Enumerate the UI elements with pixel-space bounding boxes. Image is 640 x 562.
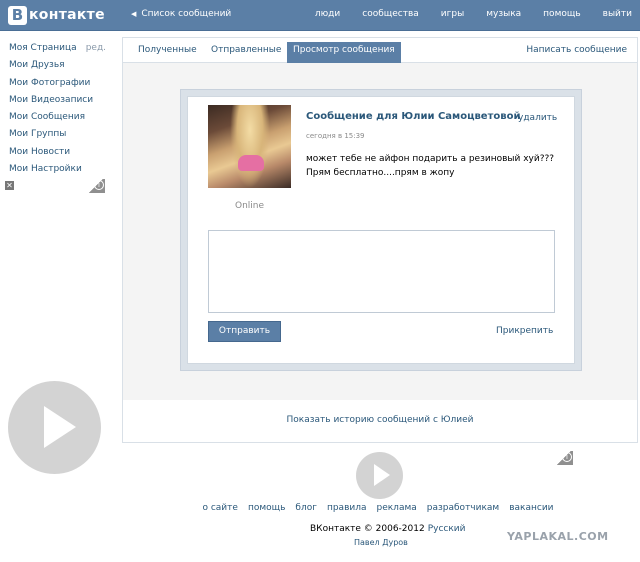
- author-link[interactable]: Павел Дуров: [354, 538, 408, 547]
- footer-link-about[interactable]: о сайте: [202, 503, 237, 513]
- close-icon[interactable]: ✕: [5, 181, 14, 190]
- nav-communities[interactable]: сообщества: [362, 9, 419, 19]
- online-status: Online: [234, 201, 265, 211]
- menu-item-photos[interactable]: Мои Фотографии: [9, 75, 109, 92]
- menu-item-videos[interactable]: Мои Видеозаписи: [9, 92, 109, 109]
- ad-info-corner[interactable]: i: [87, 179, 105, 193]
- vk-logo[interactable]: В контакте: [8, 5, 105, 25]
- footer-link-jobs[interactable]: вакансии: [509, 503, 553, 513]
- info-icon: i: [94, 180, 104, 190]
- nav-logout[interactable]: выйти: [603, 9, 632, 19]
- nav-games[interactable]: игры: [441, 9, 464, 19]
- menu-item-my-page[interactable]: Моя Страница ред.: [9, 40, 109, 57]
- nav-people[interactable]: люди: [315, 9, 340, 19]
- reply-textarea[interactable]: [208, 230, 555, 313]
- message-line: может тебе не айфон подарить а резиновый…: [306, 154, 555, 164]
- back-arrow-icon: ◀: [131, 10, 137, 18]
- footer-links: о сайте помощь блог правила реклама разр…: [0, 503, 640, 513]
- message-line: Прям бесплатно....прям в жопу: [306, 168, 455, 178]
- footer-link-ads[interactable]: реклама: [377, 503, 417, 513]
- ad-info-corner-right[interactable]: i: [555, 451, 573, 465]
- message-frame: Online Сообщение для Юлии Самоцветовой у…: [180, 89, 582, 371]
- send-button[interactable]: Отправить: [208, 321, 281, 342]
- avatar[interactable]: [208, 105, 291, 188]
- delete-link[interactable]: удалить: [518, 113, 557, 123]
- message-date: сегодня в 15:39: [306, 132, 365, 140]
- copyright: ВКонтакте © 2006-2012 Русский: [310, 524, 466, 534]
- message-area: Online Сообщение для Юлии Самоцветовой у…: [123, 63, 637, 400]
- play-icon[interactable]: [356, 452, 403, 499]
- tab-inbox[interactable]: Полученные: [138, 45, 197, 55]
- attach-link[interactable]: Прикрепить: [496, 326, 553, 336]
- logo-letter: В: [8, 5, 27, 25]
- main-panel: Полученные Отправленные Просмотр сообщен…: [122, 37, 638, 443]
- message-title[interactable]: Сообщение для Юлии Самоцветовой: [306, 111, 520, 122]
- tab-sent[interactable]: Отправленные: [211, 45, 281, 55]
- menu-item-friends[interactable]: Мои Друзья: [9, 57, 109, 74]
- back-to-messages-link[interactable]: ◀ Список сообщений: [131, 9, 231, 19]
- logo-word: контакте: [29, 7, 105, 23]
- ad-controls: ✕ i: [5, 179, 105, 195]
- message-body: может тебе не айфон подарить а резиновый…: [306, 152, 566, 180]
- menu-item-messages[interactable]: Мои Сообщения: [9, 109, 109, 126]
- menu-item-news[interactable]: Мои Новости: [9, 144, 109, 161]
- write-message-link[interactable]: Написать сообщение: [526, 45, 627, 55]
- left-menu: Моя Страница ред. Мои Друзья Мои Фотограф…: [9, 40, 109, 178]
- tab-view-message[interactable]: Просмотр сообщения: [287, 42, 401, 63]
- menu-item-label: Моя Страница: [9, 43, 77, 53]
- edit-link[interactable]: ред.: [86, 43, 106, 53]
- watermark: YAPLAKAL.COM: [507, 530, 609, 543]
- top-header: В контакте ◀ Список сообщений люди сообщ…: [0, 0, 640, 31]
- play-icon[interactable]: [8, 381, 101, 474]
- nav-help[interactable]: помощь: [543, 9, 580, 19]
- footer-link-blog[interactable]: блог: [295, 503, 317, 513]
- menu-item-groups[interactable]: Мои Группы: [9, 126, 109, 143]
- message-card: Online Сообщение для Юлии Самоцветовой у…: [187, 96, 575, 364]
- info-icon: i: [562, 452, 572, 462]
- copyright-text: ВКонтакте © 2006-2012: [310, 524, 425, 534]
- show-history-link[interactable]: Показать историю сообщений с Юлией: [123, 415, 637, 425]
- top-nav: люди сообщества игры музыка помощь выйти: [293, 9, 632, 19]
- play-triangle: [44, 406, 76, 448]
- back-link-label: Список сообщений: [141, 9, 232, 19]
- footer-link-help[interactable]: помощь: [248, 503, 285, 513]
- menu-item-settings[interactable]: Мои Настройки: [9, 161, 109, 178]
- language-link[interactable]: Русский: [428, 524, 466, 534]
- footer-link-rules[interactable]: правила: [327, 503, 367, 513]
- message-tabs: Полученные Отправленные Просмотр сообщен…: [123, 38, 637, 63]
- nav-music[interactable]: музыка: [486, 9, 521, 19]
- footer-link-developers[interactable]: разработчикам: [427, 503, 499, 513]
- play-triangle: [374, 464, 390, 486]
